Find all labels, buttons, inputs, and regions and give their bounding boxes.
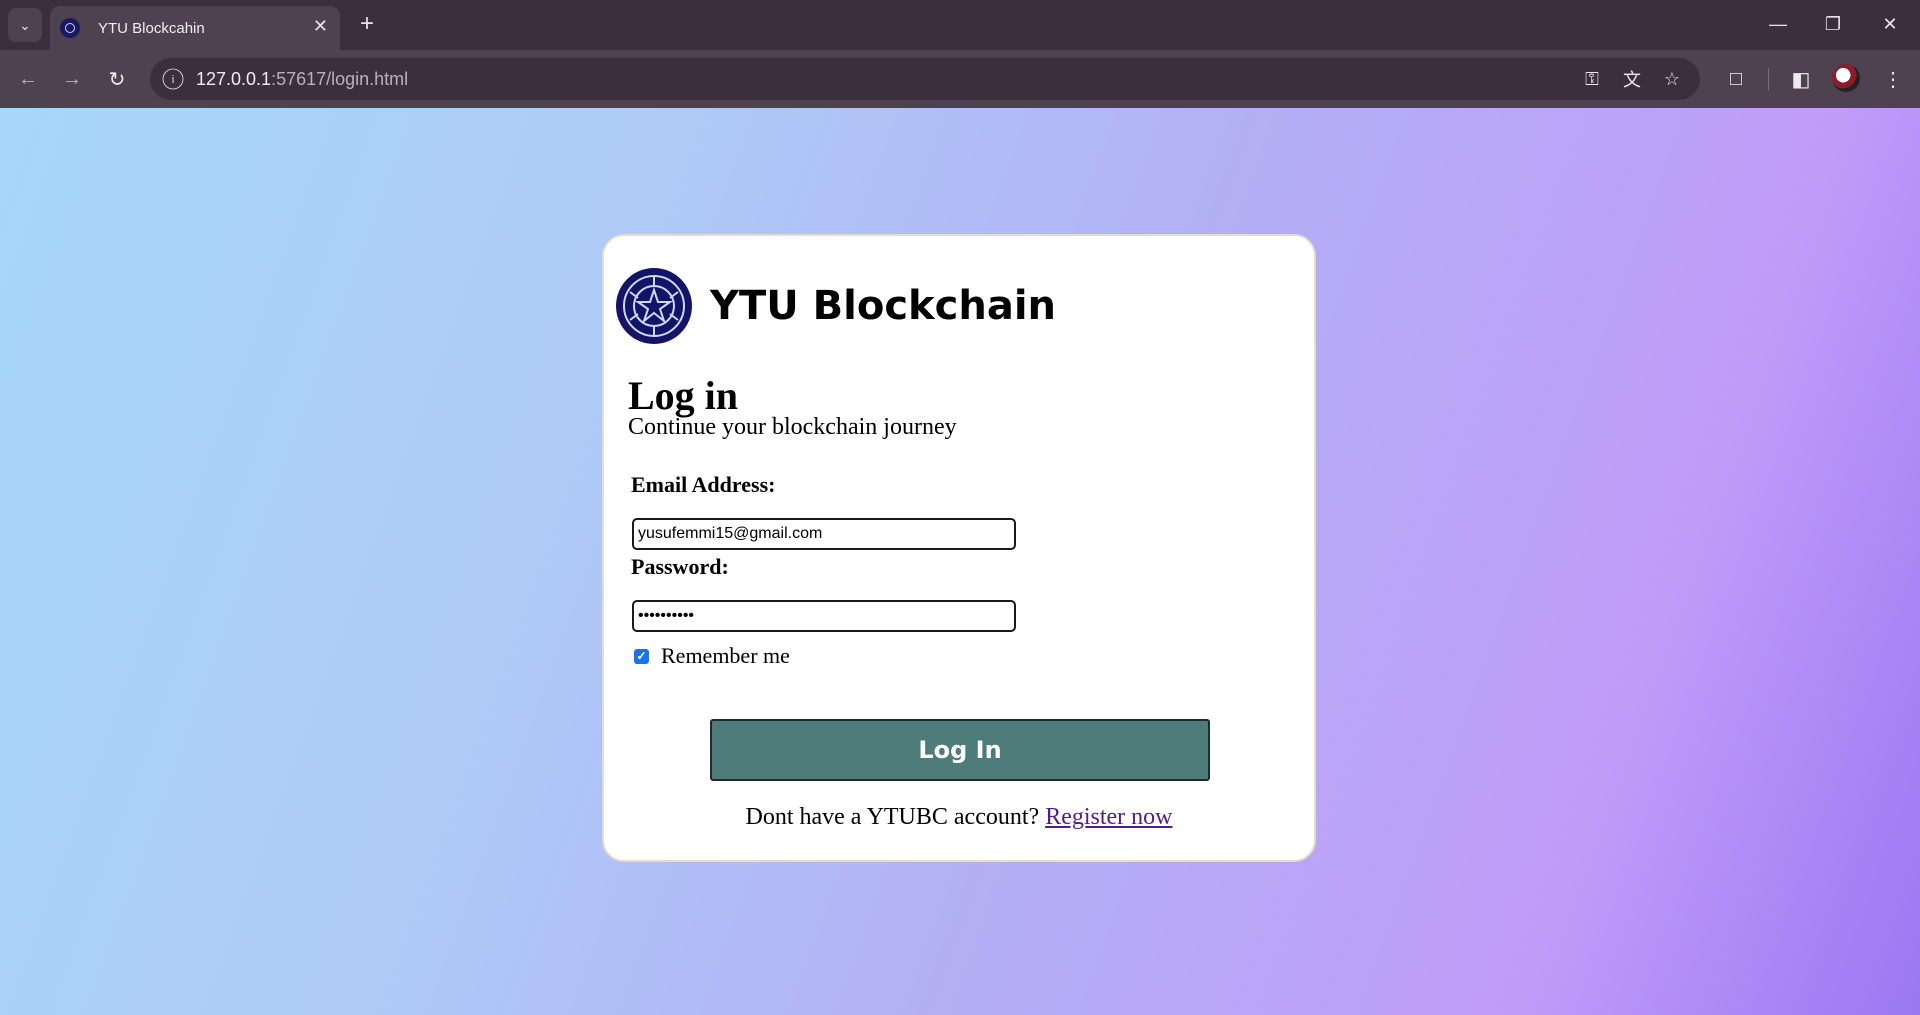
arrow-right-icon: → <box>62 67 82 90</box>
url-text[interactable]: 127.0.0.1:57617/login.html <box>196 69 408 90</box>
brand-header: YTU Blockchain <box>616 268 1056 344</box>
close-icon[interactable]: ✕ <box>313 16 328 37</box>
star-icon[interactable]: ☆ <box>1660 67 1684 91</box>
remember-label: Remember me <box>661 643 790 668</box>
page-viewport: YTU Blockchain Log in Continue your bloc… <box>0 108 1920 1015</box>
ytu-blockchain-logo <box>616 268 692 344</box>
email-field[interactable] <box>632 518 1016 550</box>
remember-me[interactable]: ✓ Remember me <box>634 643 790 669</box>
url-path: :57617/login.html <box>271 69 409 89</box>
browser-tab[interactable]: YTU Blockcahin ✕ <box>50 6 340 50</box>
toolbar-divider <box>1768 68 1769 90</box>
login-button[interactable]: Log In <box>710 719 1210 781</box>
register-prompt-line: Dont have a YTUBC account? Register now <box>604 804 1314 831</box>
browser-titlebar: ⌄ YTU Blockcahin ✕ + — ❐ ✕ <box>0 0 1920 50</box>
info-icon[interactable]: i <box>162 68 184 90</box>
password-label: Password: <box>631 554 729 579</box>
url-host: 127.0.0.1 <box>196 69 272 89</box>
tab-search-button[interactable]: ⌄ <box>8 8 42 42</box>
brand-name: YTU Blockchain <box>710 283 1057 329</box>
chevron-down-icon: ⌄ <box>19 16 31 33</box>
remember-checkbox[interactable]: ✓ <box>634 648 649 664</box>
plus-icon: + <box>359 10 374 37</box>
minimize-icon: — <box>1769 13 1787 34</box>
tab-title: YTU Blockcahin <box>98 19 205 37</box>
page-subtitle: Continue your blockchain journey <box>628 414 957 440</box>
new-tab-button[interactable]: + <box>352 9 382 39</box>
favicon-icon <box>60 18 80 38</box>
puzzle-icon[interactable]: □ <box>1721 64 1751 94</box>
back-button[interactable]: ← <box>12 63 44 95</box>
address-bar[interactable]: i 127.0.0.1:57617/login.html ⚿ 文 ☆ <box>150 58 1700 100</box>
kebab-menu-icon[interactable]: ⋮ <box>1878 64 1908 94</box>
reload-button[interactable]: ↻ <box>101 63 133 95</box>
email-label: Email Address: <box>631 472 776 497</box>
password-field[interactable] <box>632 600 1016 632</box>
restore-button[interactable]: ❐ <box>1813 8 1853 40</box>
side-panel-icon[interactable]: ◧ <box>1786 64 1816 94</box>
translate-icon[interactable]: 文 <box>1620 67 1644 91</box>
close-window-button[interactable]: ✕ <box>1870 8 1910 40</box>
register-link[interactable]: Register now <box>1045 804 1172 830</box>
minimize-button[interactable]: — <box>1758 8 1798 40</box>
forward-button[interactable]: → <box>56 63 88 95</box>
key-icon[interactable]: ⚿ <box>1580 67 1604 91</box>
arrow-left-icon: ← <box>18 67 38 90</box>
browser-toolbar: ← → ↻ i 127.0.0.1:57617/login.html ⚿ 文 ☆… <box>0 50 1920 108</box>
login-card: YTU Blockchain Log in Continue your bloc… <box>602 234 1316 862</box>
close-icon: ✕ <box>1882 13 1898 34</box>
page-title: Log in <box>628 373 739 418</box>
profile-avatar[interactable] <box>1832 64 1860 92</box>
register-prompt: Dont have a YTUBC account? <box>745 804 1040 830</box>
restore-icon: ❐ <box>1824 13 1842 34</box>
reload-icon: ↻ <box>108 68 126 91</box>
